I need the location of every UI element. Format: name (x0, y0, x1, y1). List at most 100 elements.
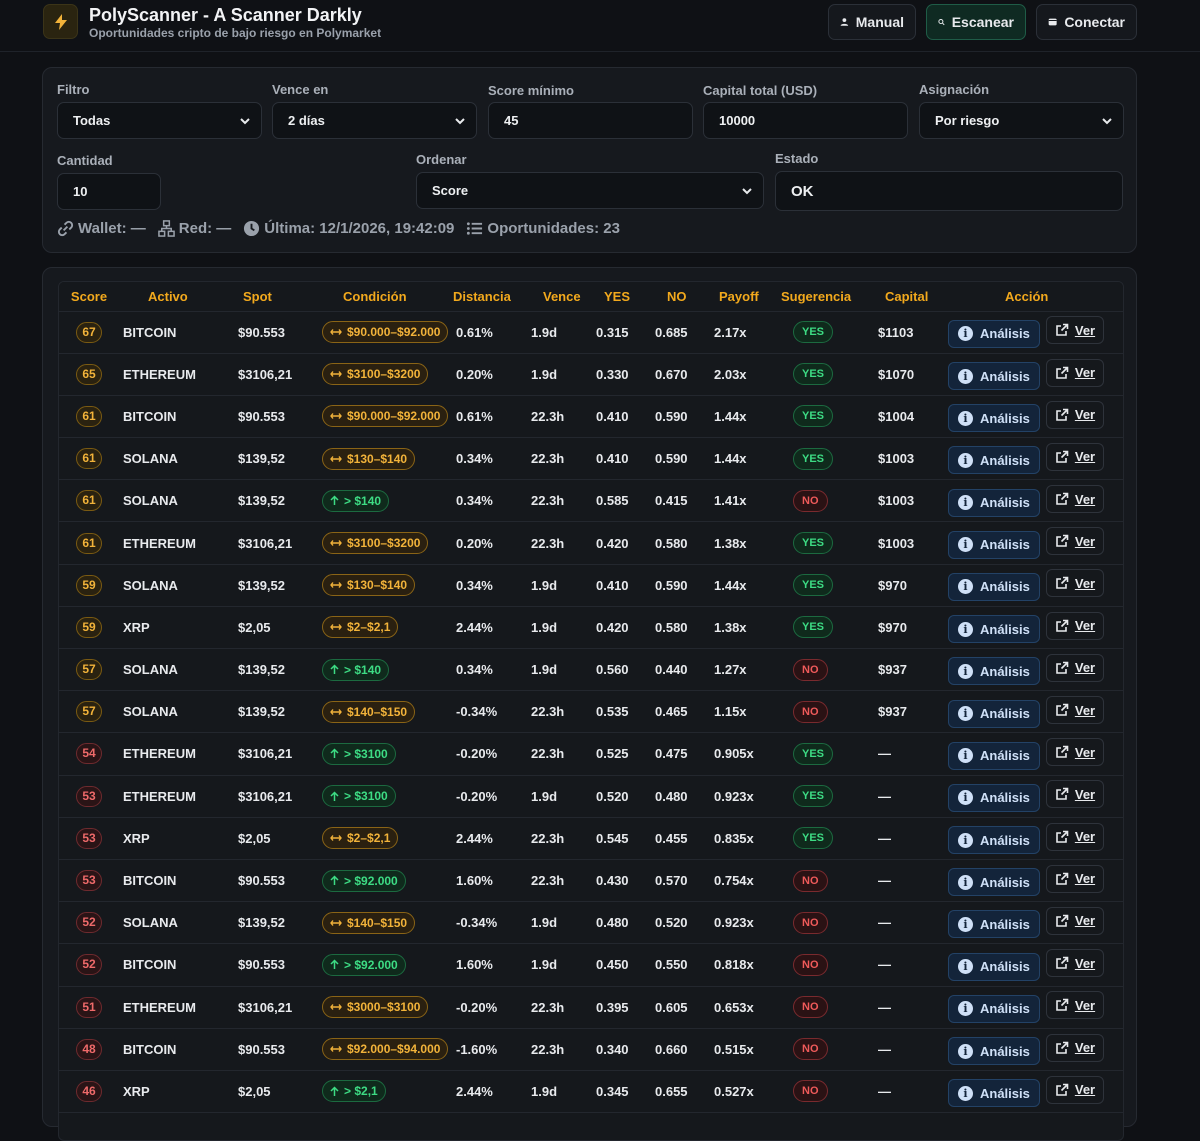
view-market-label: Ver (1074, 365, 1096, 381)
view-market-label: Ver (1074, 449, 1096, 465)
no-price-cell: 0.590 (651, 437, 711, 481)
col-header-score[interactable]: Score (59, 282, 119, 312)
ordenar-value: Score (432, 183, 469, 198)
view-market-button[interactable]: Ver (1045, 442, 1105, 471)
capital-cell: — (865, 1028, 945, 1071)
col-header-no[interactable]: NO (651, 282, 711, 312)
view-market-button[interactable]: Ver (1045, 653, 1105, 682)
arrow-up-icon (330, 875, 339, 886)
view-market-button[interactable]: Ver (1045, 316, 1105, 345)
analysis-button[interactable]: i Análisis (948, 1037, 1040, 1066)
view-market-button[interactable]: Ver (1045, 906, 1105, 935)
condition-text: $3000–$3100 (347, 1000, 421, 1015)
view-market-button[interactable]: Ver (1045, 400, 1105, 429)
col-header-capital[interactable]: Capital (865, 282, 945, 312)
range-arrows-icon (330, 329, 342, 336)
yes-price-cell: 0.345 (592, 1070, 651, 1114)
distance-cell: 1.60% (453, 943, 528, 987)
asset-cell: SOLANA (119, 690, 219, 734)
col-header-sugerencia[interactable]: Sugerencia (781, 282, 865, 312)
no-price-cell: 0.605 (651, 986, 711, 1029)
analysis-button[interactable]: i Análisis (948, 657, 1040, 686)
analysis-button[interactable]: i Análisis (948, 699, 1040, 728)
table-row: 53 ETHEREUM $3106,21 > $3100 -0.20% 1.9d 0.520… (59, 775, 1123, 818)
col-header-spot[interactable]: Spot (219, 282, 303, 312)
table-row: 54 ETHEREUM $3106,21 > $3100 -0.20% 22.3h 0.52… (59, 732, 1123, 776)
distance-cell: 0.61% (453, 395, 528, 439)
view-market-button[interactable]: Ver (1045, 738, 1105, 767)
capital-input[interactable]: 10000 (703, 102, 908, 139)
connect-button[interactable]: Conectar (1036, 4, 1137, 40)
view-market-button[interactable]: Ver (1045, 358, 1105, 387)
scan-button[interactable]: Escanear (926, 4, 1026, 40)
condition-badge: $2–$2,1 (322, 827, 399, 850)
external-link-icon (1056, 745, 1069, 759)
analysis-button[interactable]: i Análisis (948, 741, 1040, 770)
analysis-button[interactable]: i Análisis (948, 1079, 1040, 1108)
analysis-button[interactable]: i Análisis (948, 952, 1040, 981)
capital-cell: — (865, 859, 945, 903)
col-header-condicion[interactable]: Condición (303, 282, 453, 312)
analysis-button[interactable]: i Análisis (948, 446, 1040, 475)
analysis-button[interactable]: i Análisis (948, 615, 1040, 644)
view-market-button[interactable]: Ver (1045, 822, 1105, 851)
cantidad-label: Cantidad (57, 153, 113, 168)
view-market-button[interactable]: Ver (1045, 949, 1105, 978)
analysis-button[interactable]: i Análisis (948, 404, 1040, 433)
col-header-distancia[interactable]: Distancia (453, 282, 528, 312)
analysis-button[interactable]: i Análisis (948, 488, 1040, 517)
arrow-up-icon (330, 664, 339, 675)
view-market-button[interactable]: Ver (1045, 569, 1105, 598)
spot-cell: $139,52 (219, 648, 303, 692)
capital-cell: — (865, 986, 945, 1029)
analysis-button[interactable]: i Análisis (948, 994, 1040, 1023)
col-header-yes[interactable]: YES (592, 282, 651, 312)
asignacion-select[interactable]: Por riesgo (919, 102, 1124, 139)
capital-label: Capital total (USD) (703, 83, 818, 98)
analysis-button[interactable]: i Análisis (948, 530, 1040, 559)
distance-cell: -1.60% (453, 1028, 528, 1071)
expiry-cell: 1.9d (528, 648, 592, 692)
view-market-button[interactable]: Ver (1045, 780, 1105, 809)
manual-button[interactable]: Manual (828, 4, 916, 40)
no-price-cell: 0.480 (651, 775, 711, 818)
analysis-button[interactable]: i Análisis (948, 910, 1040, 939)
distance-cell: -0.20% (453, 775, 528, 818)
cantidad-value: 10 (73, 184, 88, 199)
spot-cell: $3106,21 (219, 986, 303, 1029)
analysis-button[interactable]: i Análisis (948, 868, 1040, 897)
view-market-button[interactable]: Ver (1045, 1033, 1105, 1062)
asset-cell: ETHEREUM (119, 775, 219, 818)
view-market-button[interactable]: Ver (1045, 1075, 1105, 1104)
score-min-input[interactable]: 45 (488, 102, 693, 139)
view-market-button[interactable]: Ver (1045, 611, 1105, 640)
analysis-button[interactable]: i Análisis (948, 362, 1040, 391)
table-row: 57 SOLANA $139,52 > $140 0.34% 1.9d 0.560 0.440… (59, 648, 1123, 692)
suggestion-badge: YES (793, 742, 834, 765)
col-header-activo[interactable]: Activo (119, 282, 219, 312)
external-link-icon (1056, 788, 1069, 801)
col-header-vence[interactable]: Vence (528, 282, 592, 312)
condition-text: > $3100 (344, 746, 388, 761)
analysis-button[interactable]: i Análisis (948, 319, 1040, 348)
view-market-button[interactable]: Ver (1045, 864, 1105, 893)
view-market-label: Ver (1074, 702, 1096, 718)
filtro-select[interactable]: Todas (57, 102, 262, 139)
asset-cell: XRP (119, 817, 219, 860)
ordenar-select[interactable]: Score (416, 172, 764, 209)
capital-cell: $1070 (865, 353, 945, 396)
view-market-button[interactable]: Ver (1045, 696, 1105, 725)
analysis-button[interactable]: i Análisis (948, 783, 1040, 812)
analysis-button[interactable]: i Análisis (948, 572, 1040, 601)
cantidad-input[interactable]: 10 (57, 173, 161, 210)
external-link-icon (1056, 830, 1069, 843)
col-header-payoff[interactable]: Payoff (711, 282, 781, 312)
analysis-button[interactable]: i Análisis (948, 826, 1040, 855)
yes-price-cell: 0.315 (592, 311, 651, 354)
capital-cell: — (865, 732, 945, 776)
view-market-button[interactable]: Ver (1045, 527, 1105, 556)
expiry-cell: 22.3h (528, 479, 592, 523)
view-market-button[interactable]: Ver (1045, 485, 1105, 514)
vence-select[interactable]: 2 días (272, 102, 477, 139)
view-market-button[interactable]: Ver (1045, 991, 1105, 1020)
